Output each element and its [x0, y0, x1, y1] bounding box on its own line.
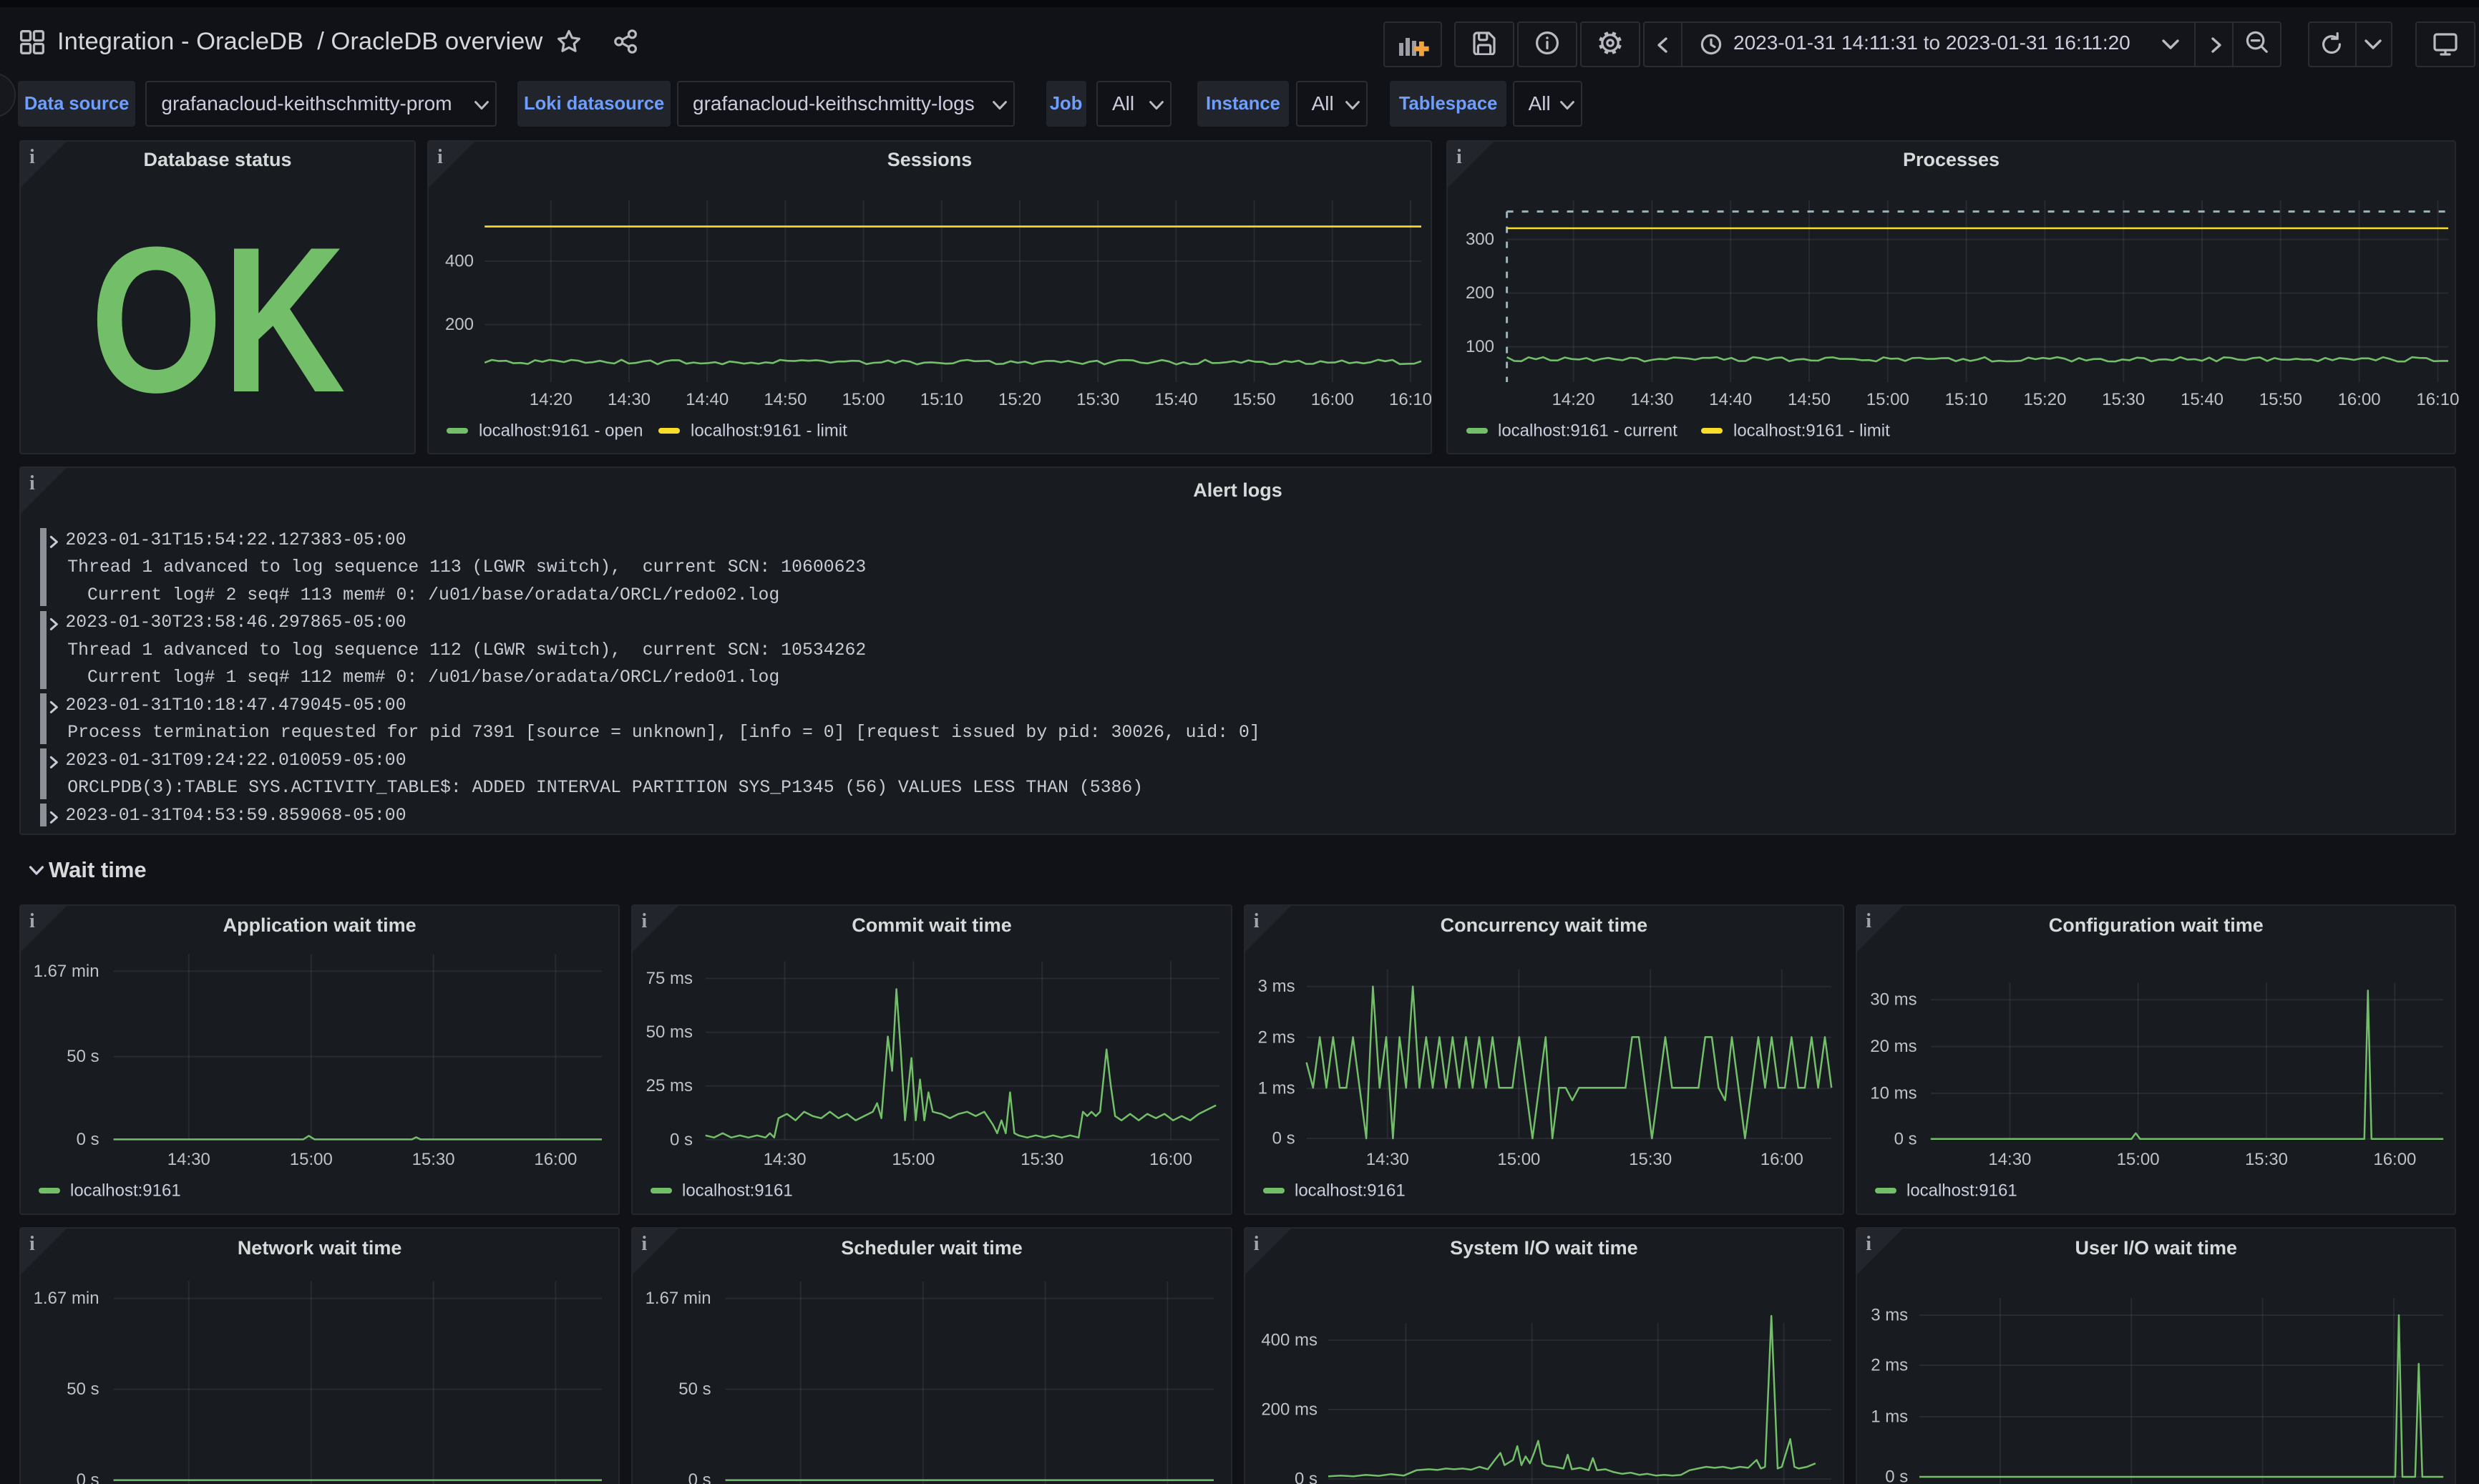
svg-text:1.67 min: 1.67 min	[34, 962, 99, 981]
svg-text:200: 200	[445, 315, 474, 334]
svg-text:14:50: 14:50	[1788, 390, 1831, 409]
svg-text:localhost:9161: localhost:9161	[1295, 1181, 1406, 1200]
svg-text:16:00: 16:00	[1149, 1150, 1192, 1169]
svg-text:2 ms: 2 ms	[1257, 1027, 1295, 1047]
svg-text:16:10: 16:10	[1389, 390, 1432, 409]
svg-text:14:30: 14:30	[608, 390, 651, 409]
svg-text:14:30: 14:30	[1630, 390, 1673, 409]
svg-text:localhost:9161: localhost:9161	[1906, 1181, 2017, 1200]
svg-text:2 ms: 2 ms	[1871, 1355, 1908, 1375]
svg-text:0 s: 0 s	[1295, 1469, 1318, 1484]
svg-text:20 ms: 20 ms	[1870, 1037, 1917, 1056]
svg-text:14:30: 14:30	[1366, 1150, 1409, 1169]
svg-text:200: 200	[1466, 283, 1494, 303]
svg-text:10 ms: 10 ms	[1870, 1083, 1917, 1103]
svg-text:300: 300	[1466, 230, 1494, 249]
svg-text:16:00: 16:00	[2374, 1150, 2417, 1169]
svg-text:1.67 min: 1.67 min	[34, 1289, 99, 1308]
svg-text:16:10: 16:10	[2416, 390, 2459, 409]
svg-text:15:00: 15:00	[290, 1150, 333, 1169]
svg-text:1 ms: 1 ms	[1257, 1079, 1295, 1098]
svg-text:3 ms: 3 ms	[1871, 1306, 1908, 1325]
svg-text:14:40: 14:40	[686, 390, 729, 409]
svg-text:50 s: 50 s	[679, 1380, 711, 1399]
svg-text:0 s: 0 s	[77, 1130, 99, 1149]
svg-text:200 ms: 200 ms	[1261, 1400, 1318, 1419]
svg-text:15:00: 15:00	[892, 1150, 935, 1169]
svg-text:15:30: 15:30	[2245, 1150, 2288, 1169]
svg-text:16:00: 16:00	[534, 1150, 577, 1169]
svg-text:50 ms: 50 ms	[646, 1022, 693, 1042]
svg-text:15:40: 15:40	[2181, 390, 2224, 409]
svg-text:50 s: 50 s	[67, 1047, 99, 1066]
svg-text:16:00: 16:00	[1760, 1150, 1803, 1169]
svg-text:25 ms: 25 ms	[646, 1076, 693, 1095]
svg-text:14:30: 14:30	[167, 1150, 210, 1169]
svg-text:15:30: 15:30	[1629, 1150, 1672, 1169]
svg-text:16:00: 16:00	[1311, 390, 1354, 409]
svg-text:15:30: 15:30	[1021, 1150, 1064, 1169]
svg-text:localhost:9161: localhost:9161	[70, 1181, 181, 1200]
svg-text:50 s: 50 s	[67, 1380, 99, 1399]
svg-text:15:00: 15:00	[842, 390, 885, 409]
svg-text:14:20: 14:20	[530, 390, 573, 409]
svg-text:0 s: 0 s	[77, 1470, 99, 1484]
svg-text:15:40: 15:40	[1154, 390, 1197, 409]
svg-text:localhost:9161 - limit: localhost:9161 - limit	[1733, 421, 1890, 441]
svg-text:1.67 min: 1.67 min	[646, 1289, 711, 1308]
svg-text:15:10: 15:10	[920, 390, 963, 409]
svg-text:15:50: 15:50	[1233, 390, 1276, 409]
svg-text:100: 100	[1466, 337, 1494, 356]
svg-text:15:30: 15:30	[2102, 390, 2145, 409]
svg-text:localhost:9161: localhost:9161	[682, 1181, 793, 1200]
svg-text:0 s: 0 s	[688, 1470, 711, 1484]
svg-text:14:20: 14:20	[1552, 390, 1595, 409]
svg-text:400 ms: 400 ms	[1261, 1331, 1318, 1350]
svg-text:14:50: 14:50	[764, 390, 807, 409]
svg-text:localhost:9161 - limit: localhost:9161 - limit	[691, 421, 847, 441]
svg-text:0 s: 0 s	[1885, 1467, 1908, 1484]
svg-text:15:10: 15:10	[1945, 390, 1988, 409]
svg-text:15:00: 15:00	[2117, 1150, 2160, 1169]
svg-text:0 s: 0 s	[670, 1130, 693, 1149]
svg-text:75 ms: 75 ms	[646, 969, 693, 988]
svg-text:0 s: 0 s	[1894, 1129, 1917, 1148]
svg-text:15:00: 15:00	[1497, 1150, 1540, 1169]
svg-text:400: 400	[445, 252, 474, 271]
svg-text:15:20: 15:20	[2023, 390, 2066, 409]
svg-text:15:50: 15:50	[2259, 390, 2302, 409]
svg-text:0 s: 0 s	[1272, 1128, 1295, 1148]
svg-text:localhost:9161 - current: localhost:9161 - current	[1498, 421, 1677, 441]
svg-text:localhost:9161 - open: localhost:9161 - open	[479, 421, 643, 441]
svg-text:16:00: 16:00	[2338, 390, 2381, 409]
svg-text:15:30: 15:30	[412, 1150, 455, 1169]
svg-text:1 ms: 1 ms	[1871, 1407, 1908, 1426]
svg-text:30 ms: 30 ms	[1870, 990, 1917, 1010]
svg-text:15:20: 15:20	[998, 390, 1041, 409]
svg-text:14:30: 14:30	[764, 1150, 807, 1169]
svg-text:14:30: 14:30	[1989, 1150, 2032, 1169]
svg-text:15:30: 15:30	[1076, 390, 1119, 409]
svg-text:14:40: 14:40	[1709, 390, 1752, 409]
svg-text:3 ms: 3 ms	[1257, 977, 1295, 996]
svg-text:15:00: 15:00	[1866, 390, 1909, 409]
